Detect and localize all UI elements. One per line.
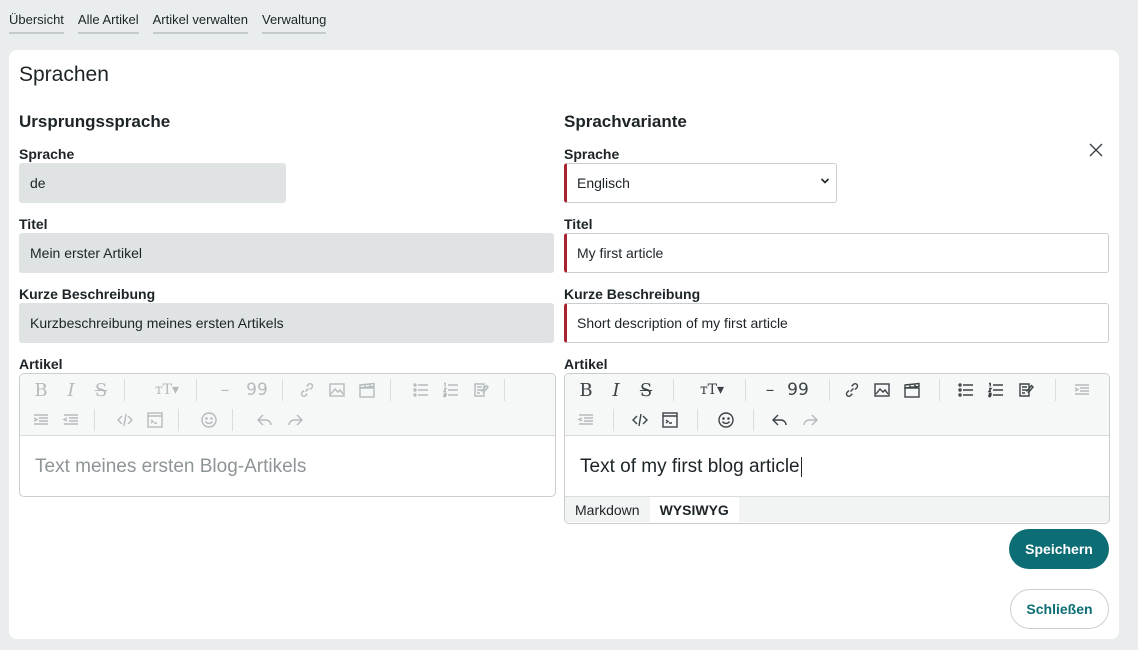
- variant-article-text: Text of my first blog article: [580, 456, 800, 477]
- close-icon[interactable]: [1088, 142, 1104, 158]
- heading-icon: тT▾: [154, 382, 180, 398]
- page-title: Sprachen: [19, 63, 109, 86]
- origin-editor-toolbar: B I S тT▾ – 99: [20, 374, 555, 436]
- origin-short-value: Kurzbeschreibung meines ersten Artikels: [30, 315, 284, 331]
- nav-overview[interactable]: Übersicht: [9, 12, 64, 34]
- link-icon[interactable]: [841, 379, 863, 401]
- toolbar-divider: [94, 409, 95, 431]
- image-icon[interactable]: [871, 379, 893, 401]
- outdent-icon: [60, 409, 82, 431]
- toolbar-divider: [196, 379, 197, 401]
- toolbar-divider: [390, 379, 391, 401]
- nav-all-articles[interactable]: Alle Artikel: [77, 12, 139, 34]
- toolbar-divider: [673, 379, 674, 401]
- code-icon: [114, 409, 136, 431]
- link-icon: [296, 379, 318, 401]
- redo-icon[interactable]: [799, 409, 821, 431]
- emoji-icon: [198, 409, 220, 431]
- close-button[interactable]: Schließen: [1010, 589, 1109, 629]
- toolbar-divider: [232, 409, 233, 431]
- nav-administration[interactable]: Verwaltung: [262, 12, 327, 34]
- horizontal-rule-icon: –: [220, 380, 230, 400]
- video-icon[interactable]: [901, 379, 923, 401]
- chevron-down-icon: [820, 178, 830, 184]
- italic-icon[interactable]: I: [605, 379, 627, 401]
- variant-article-editor: B I S тT▾ – 99 Text of my first blog art…: [564, 373, 1110, 524]
- strikethrough-icon[interactable]: S: [635, 379, 657, 401]
- code-icon[interactable]: [629, 409, 651, 431]
- code-block-icon[interactable]: [659, 409, 681, 431]
- languages-card: Sprachen Ursprungssprache Sprache de Tit…: [9, 50, 1119, 639]
- tab-markdown[interactable]: Markdown: [565, 497, 650, 522]
- variant-title-value: My first article: [577, 245, 664, 261]
- origin-title-label: Titel: [19, 216, 48, 232]
- toolbar-divider: [829, 379, 830, 401]
- quote-icon: 99: [246, 380, 268, 400]
- origin-title-value: Mein erster Artikel: [30, 245, 143, 261]
- toolbar-divider: [1055, 379, 1056, 401]
- variant-short-value: Short description of my first article: [577, 315, 788, 331]
- origin-article-text: Text meines ersten Blog-Artikels: [35, 456, 307, 477]
- variant-editor-toolbar: B I S тT▾ – 99: [565, 374, 1109, 436]
- variant-title-label: Titel: [564, 216, 593, 232]
- quote-icon[interactable]: 99: [783, 379, 813, 401]
- undo-icon: [254, 409, 276, 431]
- horizontal-rule-icon[interactable]: –: [759, 379, 781, 401]
- variant-title-input[interactable]: My first article: [564, 233, 1109, 273]
- variant-language-select[interactable]: Englisch: [564, 163, 837, 203]
- variant-language-value: Englisch: [577, 175, 630, 191]
- origin-language-field: de: [19, 163, 286, 203]
- toolbar-divider: [939, 379, 940, 401]
- bold-icon[interactable]: B: [575, 379, 597, 401]
- bullet-list-icon[interactable]: [955, 379, 977, 401]
- numbered-list-icon: [440, 379, 462, 401]
- bullet-list-icon: [410, 379, 432, 401]
- image-icon: [326, 379, 348, 401]
- toolbar-divider: [697, 409, 698, 431]
- origin-language-label: Sprache: [19, 146, 75, 162]
- video-icon: [356, 379, 378, 401]
- editor-mode-tabs: Markdown WYSIWYG: [565, 496, 1109, 522]
- toolbar-divider: [613, 409, 614, 431]
- emoji-icon[interactable]: [715, 409, 737, 431]
- origin-short-label: Kurze Beschreibung: [19, 286, 156, 302]
- toolbar-divider: [282, 379, 283, 401]
- toolbar-divider: [753, 409, 754, 431]
- heading-icon[interactable]: тT▾: [695, 379, 729, 401]
- text-cursor: [800, 456, 802, 477]
- toolbar-divider: [745, 379, 746, 401]
- toolbar-divider: [124, 379, 125, 401]
- task-list-icon[interactable]: [1015, 379, 1037, 401]
- origin-article-editor: B I S тT▾ – 99 Text meines ersten Blog-A…: [19, 373, 556, 497]
- italic-icon: I: [67, 379, 75, 401]
- numbered-list-icon[interactable]: [985, 379, 1007, 401]
- top-nav: Übersicht Alle Artikel Artikel verwalten…: [9, 12, 327, 34]
- strikethrough-icon: S: [94, 379, 108, 401]
- variant-editor-content[interactable]: Text of my first blog article: [565, 436, 1109, 496]
- save-button[interactable]: Speichern: [1009, 529, 1109, 569]
- variant-short-input[interactable]: Short description of my first article: [564, 303, 1109, 343]
- origin-editor-content: Text meines ersten Blog-Artikels: [20, 436, 555, 496]
- origin-article-label: Artikel: [19, 356, 63, 372]
- origin-language-value: de: [30, 175, 46, 191]
- outdent-icon[interactable]: [575, 409, 597, 431]
- task-list-icon: [470, 379, 492, 401]
- variant-short-label: Kurze Beschreibung: [564, 286, 701, 302]
- toolbar-divider: [178, 409, 179, 431]
- indent-icon[interactable]: [1071, 379, 1093, 401]
- origin-title-field: Mein erster Artikel: [19, 233, 554, 273]
- toolbar-divider: [504, 379, 505, 401]
- bold-icon: B: [34, 379, 48, 401]
- variant-language-label: Sprache: [564, 146, 620, 162]
- tab-wysiwyg[interactable]: WYSIWYG: [649, 497, 739, 522]
- origin-short-field: Kurzbeschreibung meines ersten Artikels: [19, 303, 554, 343]
- variant-article-label: Artikel: [564, 356, 608, 372]
- origin-heading: Ursprungssprache: [19, 112, 171, 131]
- redo-icon: [284, 409, 306, 431]
- code-block-icon: [144, 409, 166, 431]
- indent-icon: [30, 409, 52, 431]
- variant-heading: Sprachvariante: [564, 112, 687, 131]
- undo-icon[interactable]: [769, 409, 791, 431]
- nav-manage-articles[interactable]: Artikel verwalten: [152, 12, 248, 34]
